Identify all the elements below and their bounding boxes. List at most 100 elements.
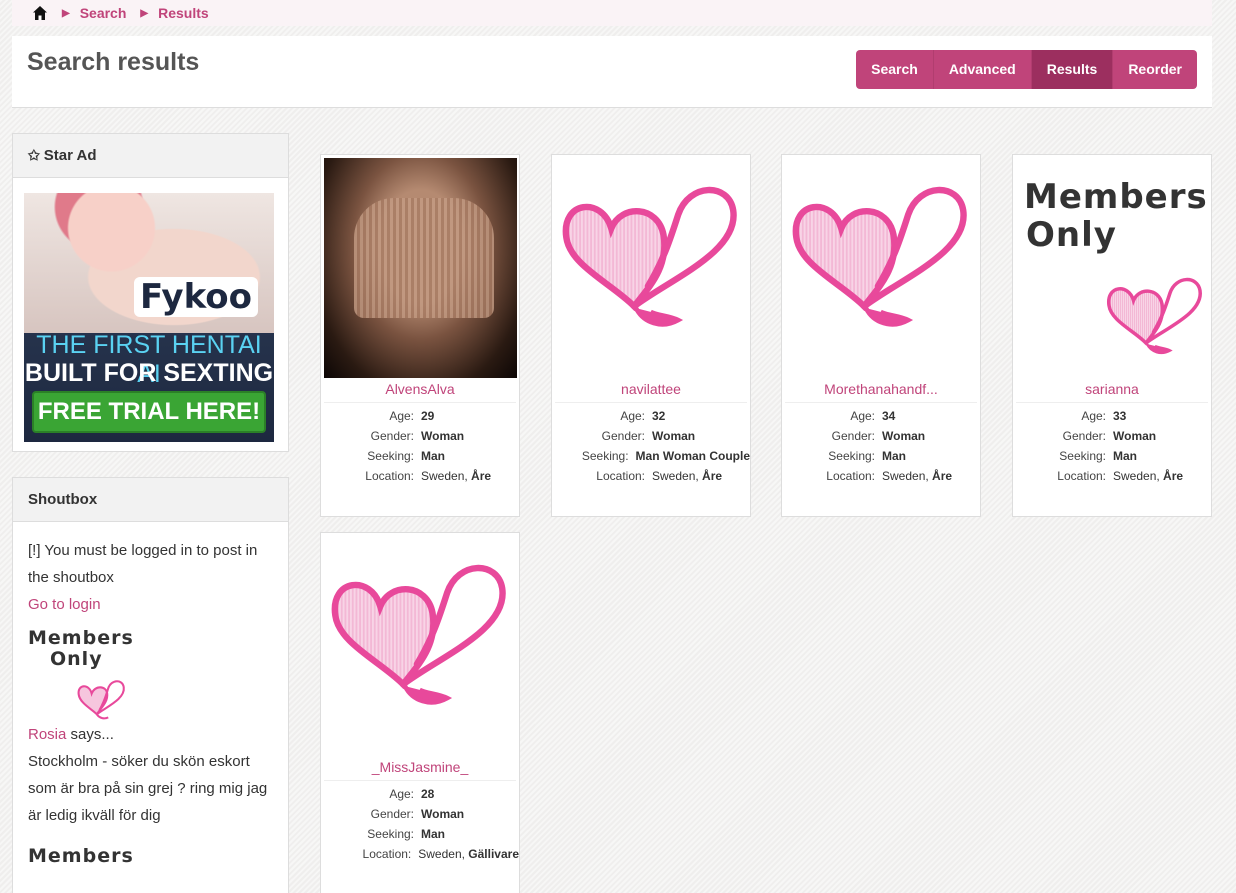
- heart-icon: [77, 680, 125, 720]
- breadcrumb-search-link[interactable]: Search: [80, 5, 127, 21]
- profile-info: Age: 32 Gender: Woman Seeking: Man Woman Co…: [552, 406, 750, 486]
- profile-card[interactable]: AlvensAlva Age: 29 Gender: Woman Seeking: M…: [320, 154, 520, 517]
- profile-image[interactable]: [555, 158, 748, 378]
- profile-image[interactable]: [324, 158, 517, 378]
- star-icon: ✩: [28, 147, 40, 163]
- shoutbox-panel: Shoutbox [!] You must be logged in to po…: [12, 477, 289, 893]
- seeking-label: Seeking:: [367, 827, 414, 841]
- ad-cta-button[interactable]: FREE TRIAL HERE!: [32, 391, 266, 433]
- reorder-button[interactable]: Reorder: [1113, 50, 1197, 89]
- location-label: Location:: [1057, 469, 1106, 483]
- location-country: Sweden,: [652, 469, 699, 483]
- seeking-value: Man Woman Couple: [635, 449, 750, 463]
- location-country: Sweden,: [882, 469, 929, 483]
- location-city: Åre: [1163, 469, 1184, 483]
- location-country: Sweden,: [1113, 469, 1160, 483]
- breadcrumb-separator-icon: ▶: [62, 7, 70, 19]
- profile-info: Age: 29 Gender: Woman Seeking: Man Location…: [321, 406, 519, 486]
- gender-value: Woman: [652, 429, 696, 443]
- ad-brand-logo: Fykoo: [134, 277, 258, 317]
- gender-value: Woman: [421, 429, 465, 443]
- divider: [785, 402, 977, 403]
- star-ad-header: ✩ Star Ad: [13, 134, 288, 178]
- login-notice: [!] You must be logged in to post in the…: [28, 542, 258, 586]
- members-only-text-1: Members: [28, 627, 134, 649]
- breadcrumb: ▶ Search ▶ Results: [12, 0, 1212, 26]
- location-label: Location:: [365, 469, 414, 483]
- profile-name-link[interactable]: Morethanahandf...: [782, 381, 980, 401]
- profile-card[interactable]: Morethanahandf... Age: 34 Gender: Woman Se…: [781, 154, 981, 517]
- divider: [324, 780, 516, 781]
- profile-card[interactable]: navilattee Age: 32 Gender: Woman Seeking: M…: [551, 154, 751, 517]
- gender-value: Woman: [882, 429, 926, 443]
- age-label: Age:: [620, 409, 645, 423]
- location-label: Location:: [362, 847, 412, 861]
- shout-author-link[interactable]: Rosia: [28, 726, 66, 743]
- age-value: 29: [421, 409, 435, 423]
- heart-icon: [792, 186, 967, 327]
- heart-icon: [331, 564, 506, 705]
- advanced-button[interactable]: Advanced: [933, 50, 1032, 89]
- age-value: 34: [882, 409, 896, 423]
- profile-card[interactable]: Members Only sarianna Age: 33 Gender: Woma…: [1012, 154, 1212, 517]
- shoutbox-body: [!] You must be logged in to post in the…: [13, 522, 288, 885]
- results-button[interactable]: Results: [1031, 50, 1114, 89]
- members-only-text-next: Members: [28, 845, 134, 867]
- members-only-avatar: Members Only: [28, 628, 138, 723]
- profile-name-link[interactable]: _MissJasmine_: [321, 759, 519, 779]
- age-value: 28: [421, 787, 435, 801]
- divider: [555, 402, 747, 403]
- seeking-label: Seeking:: [828, 449, 875, 463]
- heart-icon: [1107, 277, 1202, 354]
- location-city: Gällivare: [468, 847, 519, 861]
- age-value: 32: [652, 409, 666, 423]
- shout-author-line: Rosia says...: [28, 721, 273, 748]
- profile-image[interactable]: Members Only: [1016, 158, 1209, 378]
- profile-name-link[interactable]: navilattee: [552, 381, 750, 401]
- age-label: Age:: [850, 409, 875, 423]
- star-ad-panel: ✩ Star Ad Fykoo THE FIRST HENTAI AI BUIL…: [12, 133, 289, 452]
- members-only-text-1: Members: [1024, 177, 1208, 217]
- divider: [324, 402, 516, 403]
- location-country: Sweden,: [418, 847, 465, 861]
- seeking-label: Seeking:: [1059, 449, 1106, 463]
- profile-card[interactable]: _MissJasmine_ Age: 28 Gender: Woman Seekin…: [320, 532, 520, 893]
- seeking-value: Man: [882, 449, 906, 463]
- home-icon[interactable]: [32, 5, 48, 21]
- gender-label: Gender:: [831, 429, 875, 443]
- profile-image[interactable]: [785, 158, 978, 378]
- gender-label: Gender:: [370, 807, 414, 821]
- profile-info: Age: 28 Gender: Woman Seeking: Man Location…: [321, 784, 519, 864]
- gender-label: Gender:: [601, 429, 645, 443]
- shoutbox-header: Shoutbox: [13, 478, 288, 522]
- seeking-label: Seeking:: [581, 449, 629, 463]
- profile-image[interactable]: [324, 536, 517, 756]
- profile-name-link[interactable]: sarianna: [1013, 381, 1211, 401]
- shoutbox-title: Shoutbox: [28, 491, 98, 508]
- gender-value: Woman: [421, 807, 465, 821]
- location-city: Åre: [702, 469, 723, 483]
- profile-name-link[interactable]: AlvensAlva: [321, 381, 519, 401]
- page-header: Search results Search Advanced Results R…: [12, 36, 1212, 108]
- age-label: Age:: [389, 409, 414, 423]
- search-nav-buttons: Search Advanced Results Reorder: [856, 50, 1197, 89]
- members-only-text-2: Only: [1026, 215, 1117, 255]
- seeking-value: Man: [1113, 449, 1137, 463]
- go-to-login-link[interactable]: Go to login: [28, 596, 101, 613]
- location-city: Åre: [471, 469, 492, 483]
- profile-photo: [324, 158, 517, 378]
- breadcrumb-separator-icon: ▶: [140, 7, 149, 19]
- age-label: Age:: [1081, 409, 1106, 423]
- location-country: Sweden,: [421, 469, 468, 483]
- seeking-value: Man: [421, 827, 445, 841]
- seeking-value: Man: [421, 449, 445, 463]
- ad-banner[interactable]: Fykoo THE FIRST HENTAI AI BUILT FOR SEXT…: [24, 193, 274, 442]
- members-only-text-2: Only: [50, 648, 103, 670]
- location-label: Location:: [596, 469, 645, 483]
- star-ad-title: Star Ad: [43, 147, 97, 164]
- divider: [1016, 402, 1208, 403]
- gender-label: Gender:: [370, 429, 414, 443]
- seeking-label: Seeking:: [367, 449, 414, 463]
- breadcrumb-results-link[interactable]: Results: [158, 5, 209, 21]
- search-button[interactable]: Search: [856, 50, 934, 89]
